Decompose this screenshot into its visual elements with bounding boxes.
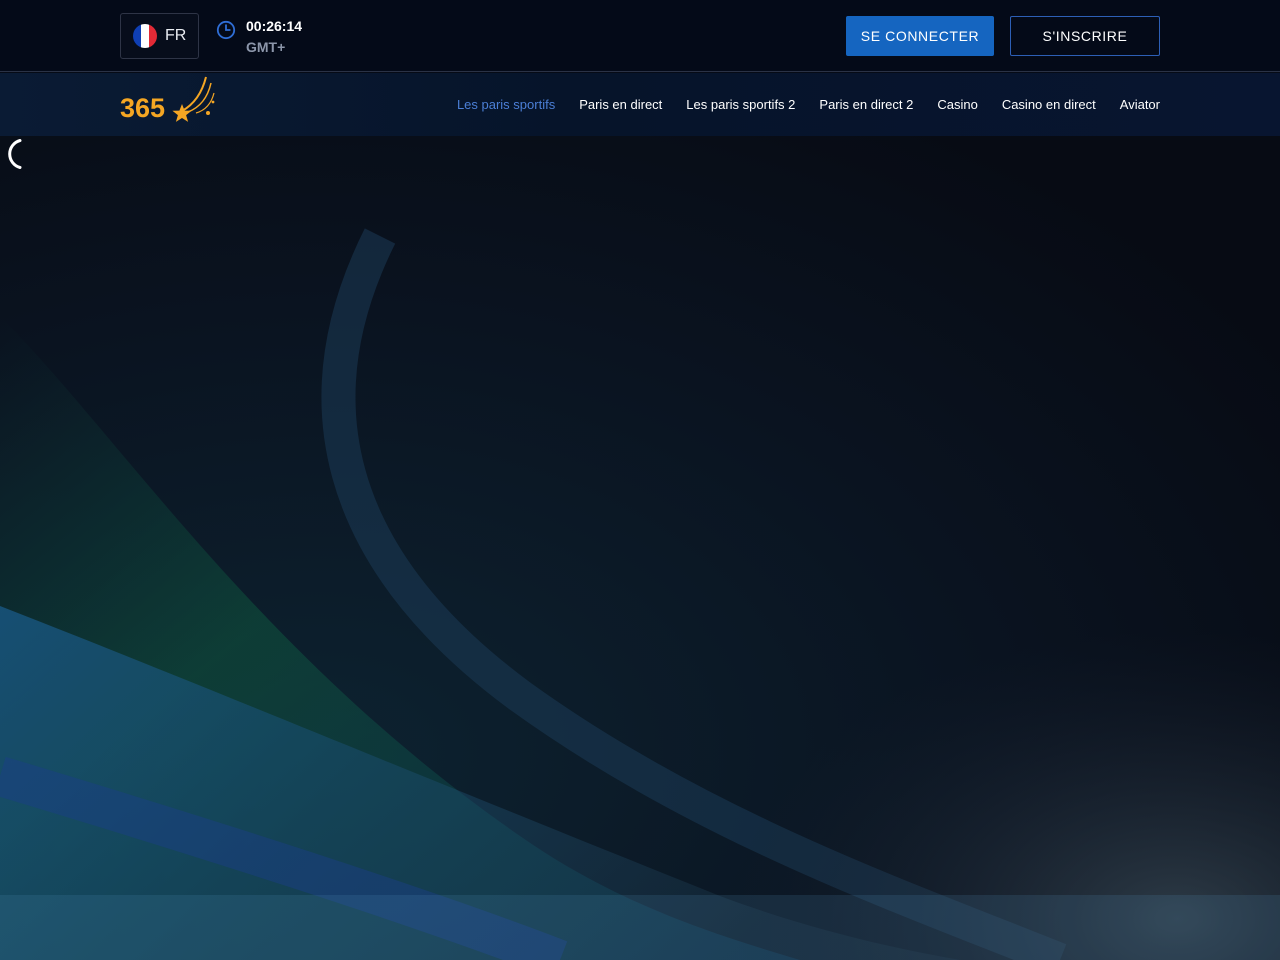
nav-item-les-paris-sportifs[interactable]: Les paris sportifs [457, 97, 555, 112]
register-button[interactable]: S'INSCRIRE [1010, 16, 1160, 56]
logo-text: 365 [120, 93, 165, 123]
nav-item-casino[interactable]: Casino [937, 97, 977, 112]
nav-item-paris-en-direct[interactable]: Paris en direct [579, 97, 662, 112]
footer-band [0, 895, 1280, 960]
nav-item-les-paris-sportifs-2[interactable]: Les paris sportifs 2 [686, 97, 795, 112]
clock-icon [216, 20, 236, 40]
loading-spinner-icon [8, 139, 22, 169]
language-selector[interactable]: FR [120, 13, 199, 59]
france-flag-icon [133, 24, 157, 48]
site-logo[interactable]: 365 [120, 75, 216, 125]
timezone-label: GMT+ [246, 39, 286, 55]
flag-stripe-white [141, 24, 149, 48]
shooting-star-logo-icon [172, 76, 215, 122]
nav-item-casino-en-direct[interactable]: Casino en direct [1002, 97, 1096, 112]
login-button[interactable]: SE CONNECTER [846, 16, 994, 56]
top-bar: FR 00:26:14 GMT+ SE CONNECTER S'INSCRIRE [0, 0, 1280, 72]
hero-background [0, 136, 1280, 960]
current-time: 00:26:14 [246, 18, 303, 34]
nav-item-paris-en-direct-2[interactable]: Paris en direct 2 [819, 97, 913, 112]
flag-stripe-red [149, 24, 157, 48]
nav-menu: Les paris sportifs Paris en direct Les p… [433, 73, 1160, 136]
hero-wave-graphic [0, 136, 1280, 960]
nav-item-aviator[interactable]: Aviator [1120, 97, 1160, 112]
main-navigation-bar: 365 Les paris sportifs Paris en direct L… [0, 73, 1280, 136]
flag-stripe-blue [133, 24, 141, 48]
language-code: FR [165, 27, 187, 44]
